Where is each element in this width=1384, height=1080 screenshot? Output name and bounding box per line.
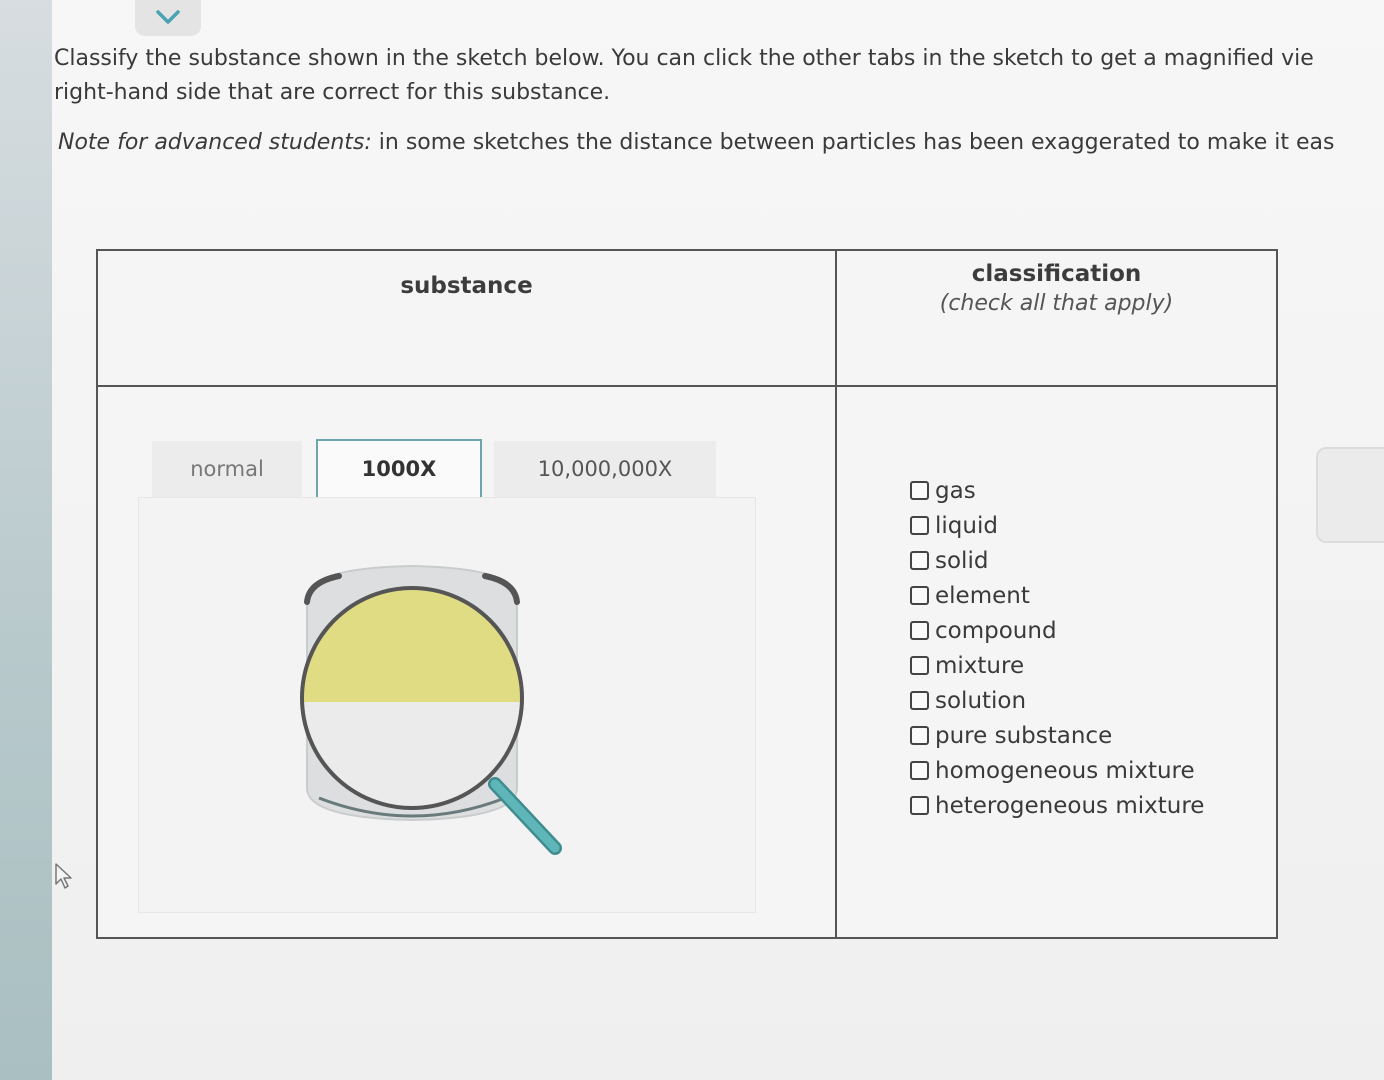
checkbox[interactable] [910, 551, 929, 570]
option-pure-substance[interactable]: pure substance [910, 718, 1204, 753]
option-label: element [935, 582, 1030, 609]
classification-header: classification [971, 261, 1142, 287]
checkbox[interactable] [910, 656, 929, 675]
checkbox[interactable] [910, 621, 929, 640]
classification-subheader: (check all that apply) [939, 291, 1174, 316]
chevron-down-icon [156, 10, 180, 24]
option-label: liquid [935, 512, 998, 539]
magnifier-icon [300, 564, 562, 855]
option-liquid[interactable]: liquid [910, 508, 1204, 543]
option-label: compound [935, 617, 1057, 644]
option-label: heterogeneous mixture [935, 792, 1205, 819]
classification-checklist: gas liquid solid element compound mixtur… [910, 473, 1204, 823]
prompt-line-1: Classify the substance shown in the sket… [54, 46, 1314, 71]
option-heterogeneous-mixture[interactable]: heterogeneous mixture [910, 788, 1204, 823]
option-compound[interactable]: compound [910, 613, 1204, 648]
classification-table: substance classification (check all that… [96, 249, 1278, 939]
header-divider [98, 385, 1276, 387]
checkbox[interactable] [910, 761, 929, 780]
substance-header: substance [400, 273, 533, 299]
option-element[interactable]: element [910, 578, 1204, 613]
option-label: solution [935, 687, 1027, 714]
advanced-note: Note for advanced students: in some sket… [58, 126, 1384, 160]
collapse-button[interactable] [135, 0, 201, 36]
sketch-panel [138, 497, 756, 913]
option-solid[interactable]: solid [910, 543, 1204, 578]
tab-1000x[interactable]: 1000X [316, 439, 482, 499]
option-label: homogeneous mixture [935, 757, 1195, 784]
checkbox[interactable] [910, 586, 929, 605]
option-mixture[interactable]: mixture [910, 648, 1204, 683]
question-prompt: Classify the substance shown in the sket… [54, 42, 1384, 110]
option-homogeneous-mixture[interactable]: homogeneous mixture [910, 753, 1204, 788]
tab-10000000x[interactable]: 10,000,000X [494, 441, 716, 497]
column-divider [835, 251, 837, 937]
tab-normal[interactable]: normal [152, 441, 302, 497]
option-solution[interactable]: solution [910, 683, 1204, 718]
left-sidebar-strip [0, 0, 52, 1080]
option-label: gas [935, 477, 976, 504]
mouse-cursor-icon [55, 863, 72, 889]
note-label: Note for advanced students: [58, 130, 372, 155]
note-text: in some sketches the distance between pa… [371, 130, 1335, 155]
checkbox[interactable] [910, 691, 929, 710]
prompt-line-2: right-hand side that are correct for thi… [54, 80, 611, 105]
option-label: mixture [935, 652, 1025, 679]
checkbox[interactable] [910, 481, 929, 500]
option-gas[interactable]: gas [910, 473, 1204, 508]
checkbox[interactable] [910, 516, 929, 535]
checkbox[interactable] [910, 726, 929, 745]
option-label: pure substance [935, 722, 1113, 749]
checkbox[interactable] [910, 796, 929, 815]
option-label: solid [935, 547, 989, 574]
side-panel-tab[interactable] [1316, 447, 1384, 543]
